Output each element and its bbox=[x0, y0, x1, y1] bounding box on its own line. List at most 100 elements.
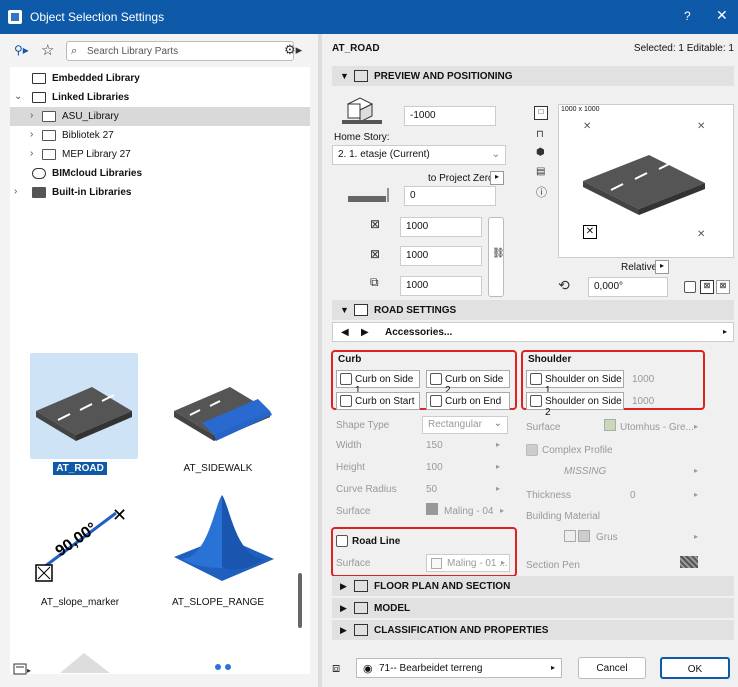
chevron-right-icon[interactable]: ▸ bbox=[500, 506, 504, 515]
library-manager-icon[interactable]: ⚲▸ bbox=[14, 43, 34, 59]
page-selector-label[interactable]: Accessories... bbox=[385, 327, 452, 338]
tree-item-builtin[interactable]: › Built-in Libraries bbox=[10, 183, 310, 202]
width-value[interactable]: 150 bbox=[426, 440, 443, 451]
mirror-checkbox[interactable] bbox=[684, 281, 696, 293]
curb-end-control[interactable]: Curb on End bbox=[426, 392, 510, 410]
ok-button[interactable]: OK bbox=[660, 657, 730, 679]
part-thumbnail-at-road[interactable] bbox=[30, 353, 138, 459]
next-page-icon[interactable]: ▶ bbox=[361, 327, 369, 338]
part-thumbnail-at-sidewalk[interactable] bbox=[168, 353, 276, 459]
building-material-value[interactable]: Grus bbox=[596, 532, 618, 543]
view-3d-icon[interactable]: ⬢ bbox=[536, 147, 545, 158]
shape-type-select[interactable]: Rectangular ⌄ bbox=[422, 416, 508, 434]
section-classification[interactable]: ▶ CLASSIFICATION AND PROPERTIES bbox=[332, 620, 734, 640]
elevation-field[interactable]: -1000 bbox=[404, 106, 496, 126]
road-line-checkbox[interactable] bbox=[336, 535, 348, 547]
mirror-icon[interactable]: ⊠ bbox=[700, 280, 714, 294]
section-pen-swatch[interactable] bbox=[680, 556, 698, 568]
tree-item-embedded[interactable]: Embedded Library bbox=[10, 69, 310, 88]
shoulder-side2-value[interactable]: 1000 bbox=[632, 396, 654, 407]
chevron-right-icon[interactable]: ▸ bbox=[496, 440, 500, 449]
part-thumbnail-partial[interactable] bbox=[30, 623, 138, 673]
section-preview-positioning[interactable]: ▼ PREVIEW AND POSITIONING bbox=[332, 66, 734, 86]
close-button[interactable]: ✕ bbox=[716, 7, 728, 24]
chevron-right-icon[interactable]: ▸ bbox=[655, 260, 669, 274]
tree-item-label: MEP Library 27 bbox=[62, 149, 131, 160]
shoulder-side2-control[interactable]: Shoulder on Side 2 bbox=[526, 392, 624, 418]
chevron-right-icon[interactable]: › bbox=[30, 110, 33, 121]
view-top-icon[interactable]: □ bbox=[534, 106, 548, 120]
settings-gear-icon[interactable]: ⚙▸ bbox=[284, 42, 302, 58]
grid-scrollbar[interactable] bbox=[298, 573, 302, 628]
dimension-z-field[interactable]: 1000 bbox=[400, 276, 482, 296]
shoulder-side1-value[interactable]: 1000 bbox=[632, 374, 654, 385]
road-line-surface-select[interactable]: Maling - 01 ... ▸ bbox=[426, 554, 510, 572]
preview-canvas[interactable]: 1000 x 1000 ✕ ✕ ✕ ✕ bbox=[558, 104, 734, 258]
chevron-right-icon[interactable]: ▸ bbox=[496, 484, 500, 493]
project-zero-field[interactable]: 0 bbox=[404, 186, 496, 206]
to-project-zero[interactable]: to Project Zero bbox=[428, 173, 494, 184]
chevron-right-icon[interactable]: ▸ bbox=[694, 422, 698, 431]
shoulder-side1-checkbox[interactable] bbox=[530, 373, 542, 385]
cancel-button[interactable]: Cancel bbox=[578, 657, 646, 679]
curb-start-checkbox[interactable] bbox=[340, 395, 352, 407]
favorites-star-icon[interactable]: ☆ bbox=[41, 41, 54, 59]
part-thumbnail-partial[interactable] bbox=[168, 623, 276, 673]
mirror-alt-icon[interactable]: ⊠ bbox=[716, 280, 730, 294]
chevron-right-icon[interactable]: › bbox=[30, 129, 33, 140]
chevron-down-icon[interactable]: ⌄ bbox=[14, 91, 22, 102]
chevron-right-icon[interactable]: ▸ bbox=[723, 327, 727, 336]
profile-missing-value[interactable]: MISSING bbox=[564, 466, 606, 477]
chevron-right-icon[interactable]: › bbox=[30, 148, 33, 159]
tree-item-bibliotek[interactable]: › Bibliotek 27 bbox=[10, 126, 310, 145]
help-button[interactable]: ? bbox=[684, 9, 691, 23]
curve-radius-value[interactable]: 50 bbox=[426, 484, 437, 495]
chevron-right-icon[interactable]: ▸ bbox=[694, 490, 698, 499]
view-side-icon[interactable]: ▤ bbox=[536, 166, 545, 177]
curb-side1-checkbox[interactable] bbox=[340, 373, 352, 385]
shoulder-side2-checkbox[interactable] bbox=[530, 395, 542, 407]
dimension-y-field[interactable]: 1000 bbox=[400, 246, 482, 266]
section-model[interactable]: ▶ MODEL bbox=[332, 598, 734, 618]
part-caption: AT_ROAD bbox=[10, 462, 150, 475]
shoulder-surface-value[interactable]: Utomhus - Gre... bbox=[620, 422, 694, 433]
curb-side2-checkbox[interactable] bbox=[430, 373, 442, 385]
tree-item-bimcloud[interactable]: BIMcloud Libraries bbox=[10, 164, 310, 183]
layer-select[interactable]: ◉ 71-- Bearbeidet terreng ▸ bbox=[356, 658, 562, 678]
previous-page-icon[interactable]: ◀ bbox=[341, 327, 349, 338]
surface-value[interactable]: Maling - 04 bbox=[444, 506, 493, 517]
thickness-value[interactable]: 0 bbox=[630, 490, 636, 501]
rotation-angle-field[interactable]: 0,000° bbox=[588, 277, 668, 297]
complex-profile-checkbox[interactable] bbox=[526, 444, 538, 456]
curb-start-control[interactable]: Curb on Start bbox=[336, 392, 420, 410]
section-floor-plan[interactable]: ▶ FLOOR PLAN AND SECTION bbox=[332, 576, 734, 596]
library-bottom-icon[interactable]: ▸ bbox=[13, 662, 33, 676]
search-input[interactable]: ⌕ Search Library Parts bbox=[66, 41, 294, 61]
relative-label[interactable]: Relative bbox=[621, 262, 657, 273]
height-value[interactable]: 100 bbox=[426, 462, 443, 473]
proportion-lock[interactable]: ⛓ bbox=[488, 217, 505, 297]
chevron-right-icon[interactable]: ▸ bbox=[694, 466, 698, 475]
tree-item-asu-library[interactable]: › ASU_Library bbox=[10, 107, 310, 126]
home-story-select[interactable]: 2. 1. etasje (Current) ⌄ bbox=[332, 145, 506, 165]
curb-side1-control[interactable]: Curb on Side 1 bbox=[336, 370, 420, 396]
section-title: CLASSIFICATION AND PROPERTIES bbox=[374, 625, 549, 636]
shoulder-side1-control[interactable]: Shoulder on Side 1 bbox=[526, 370, 624, 396]
section-title: MODEL bbox=[374, 603, 411, 614]
tree-item-mep[interactable]: › MEP Library 27 bbox=[10, 145, 310, 164]
curb-end-checkbox[interactable] bbox=[430, 395, 442, 407]
section-road-settings[interactable]: ▼ ROAD SETTINGS bbox=[332, 300, 734, 320]
part-thumbnail-at-slope-marker[interactable]: 90,00° ✕ bbox=[30, 487, 138, 593]
road-line-title: Road Line bbox=[352, 536, 401, 547]
part-thumbnail-at-slope-range[interactable] bbox=[168, 487, 276, 593]
section-title: ROAD SETTINGS bbox=[374, 305, 457, 316]
chevron-right-icon[interactable]: ▸ bbox=[490, 171, 504, 185]
dimension-x-field[interactable]: 1000 bbox=[400, 217, 482, 237]
info-icon[interactable]: ⓘ bbox=[536, 184, 547, 200]
tree-item-linked[interactable]: ⌄ Linked Libraries bbox=[10, 88, 310, 107]
chevron-right-icon[interactable]: ▸ bbox=[496, 462, 500, 471]
chevron-right-icon[interactable]: › bbox=[14, 186, 17, 197]
chevron-right-icon[interactable]: ▸ bbox=[694, 532, 698, 541]
view-front-icon[interactable]: ⊓ bbox=[536, 129, 544, 140]
curb-side2-control[interactable]: Curb on Side 2 bbox=[426, 370, 510, 396]
